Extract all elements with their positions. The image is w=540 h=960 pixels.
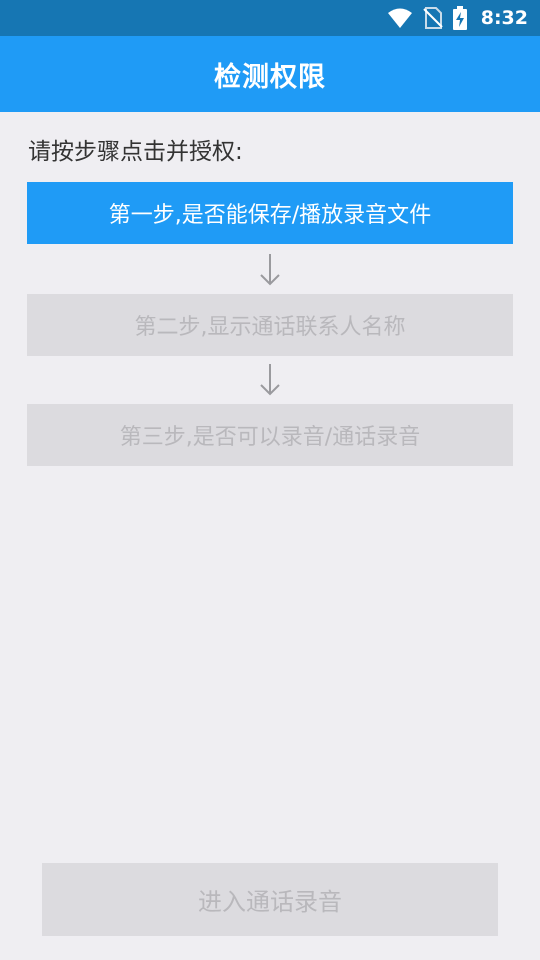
battery-charging-icon [452, 6, 467, 30]
step-2-button[interactable]: 第二步,显示通话联系人名称 [27, 294, 513, 356]
step-3-button[interactable]: 第三步,是否可以录音/通话录音 [27, 404, 513, 466]
step-1-button[interactable]: 第一步,是否能保存/播放录音文件 [27, 182, 513, 244]
page-title: 检测权限 [214, 61, 326, 93]
status-icons: 8:32 [387, 0, 528, 36]
instruction-text: 请按步骤点击并授权: [28, 139, 243, 165]
no-sim-icon [423, 7, 443, 29]
arrow-down-icon [255, 362, 285, 398]
wifi-icon [387, 7, 413, 29]
app-bar: 检测权限 [0, 36, 540, 112]
status-bar: 8:32 [0, 0, 540, 36]
arrow-down-icon [255, 252, 285, 288]
enter-call-recording-button[interactable]: 进入通话录音 [42, 863, 498, 936]
status-time: 8:32 [480, 7, 528, 29]
